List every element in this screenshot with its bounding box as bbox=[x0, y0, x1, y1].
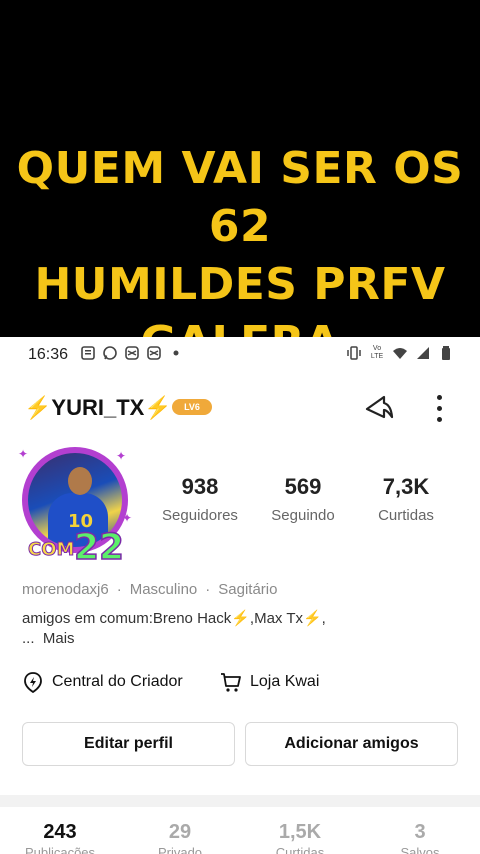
tab-likes[interactable]: 1,5K Curtidas bbox=[245, 819, 355, 854]
system-icons: Vo LTE bbox=[346, 345, 454, 361]
stat-value: 938 bbox=[181, 474, 219, 499]
tab-label: Publicações bbox=[24, 845, 96, 854]
stat-value: 7,3K bbox=[382, 474, 430, 499]
user-sign: Sagitário bbox=[218, 581, 278, 598]
tab-count: 243 bbox=[43, 821, 77, 843]
separator: · bbox=[116, 581, 122, 598]
tab-saved[interactable]: 3 Salvos bbox=[365, 819, 475, 854]
stat-value: 569 bbox=[284, 474, 322, 499]
stat-label: Curtidas bbox=[378, 507, 434, 524]
vibrate-icon bbox=[347, 346, 361, 360]
sparkle-icon: ✦ bbox=[18, 447, 29, 461]
gallery-icon bbox=[81, 346, 95, 360]
stat-label: Seguindo bbox=[271, 507, 335, 524]
tab-count: 1,5K bbox=[278, 821, 322, 843]
tab-posts[interactable]: 243 Publicações bbox=[5, 819, 115, 854]
tab-label: Salvos bbox=[400, 845, 440, 854]
more-link[interactable]: Mais bbox=[43, 630, 75, 647]
tab-count: 3 bbox=[414, 821, 426, 843]
edit-profile-button[interactable]: Editar perfil bbox=[22, 722, 235, 766]
more-options-icon[interactable] bbox=[428, 391, 450, 425]
level-text: LV6 bbox=[184, 402, 200, 412]
sparkle-icon: ✦ bbox=[122, 511, 133, 525]
signal-icon bbox=[417, 347, 429, 359]
creator-center-link[interactable]: Central do Criador bbox=[22, 671, 183, 693]
avatar-frame-label: COM 22 bbox=[22, 526, 136, 569]
tab-label: Curtidas bbox=[275, 845, 325, 854]
common-friends-text: amigos em comum:Breno Hack⚡,Max Tx⚡, bbox=[22, 610, 326, 627]
banner-line-2: HUMILDES PRFV bbox=[34, 259, 446, 310]
tab-private[interactable]: 29 Privado bbox=[125, 819, 235, 854]
add-friends-button[interactable]: Adicionar amigos bbox=[245, 722, 458, 766]
separator: · bbox=[205, 581, 211, 598]
user-gender: Masculino bbox=[129, 581, 198, 598]
profile-header: ⚡ YURI_TX ⚡ LV6 bbox=[0, 387, 480, 431]
stat-label: Seguidores bbox=[162, 507, 238, 524]
common-friends[interactable]: amigos em comum:Breno Hack⚡,Max Tx⚡, ...… bbox=[22, 609, 362, 649]
status-time: 16:36 bbox=[28, 346, 69, 363]
stat-followers[interactable]: 938 Seguidores bbox=[150, 473, 250, 524]
username-text: YURI_TX bbox=[51, 395, 145, 420]
creator-center-label: Central do Criador bbox=[52, 673, 183, 690]
frame-text-com: COM bbox=[27, 539, 75, 561]
video-banner: QUEM VAI SER OS 62 HUMILDES PRFV GALERA bbox=[0, 0, 480, 368]
stat-likes[interactable]: 7,3K Curtidas bbox=[356, 473, 456, 524]
cart-icon bbox=[221, 673, 241, 692]
banner-line-1: QUEM VAI SER OS 62 bbox=[16, 143, 464, 252]
profile-meta: morenodaxj6 · Masculino · Sagitário bbox=[22, 581, 277, 598]
wifi-icon bbox=[393, 348, 407, 359]
battery-icon bbox=[442, 346, 450, 360]
section-divider bbox=[0, 795, 480, 807]
whatsapp-icon bbox=[103, 346, 117, 360]
content-tabs: 243 Publicações 29 Privado 1,5K Curtidas… bbox=[0, 811, 480, 854]
ellipsis: ... bbox=[22, 630, 35, 647]
bolt-icon: ⚡ bbox=[144, 395, 172, 420]
sparkle-icon: ✦ bbox=[116, 449, 127, 463]
user-handle: morenodaxj6 bbox=[22, 581, 109, 598]
share-icon[interactable] bbox=[362, 391, 396, 425]
capcut-icon bbox=[125, 346, 139, 360]
stat-following[interactable]: 569 Seguindo bbox=[253, 473, 353, 524]
shop-link[interactable]: Loja Kwai bbox=[220, 671, 319, 693]
volte-icon: Vo LTE bbox=[370, 345, 384, 360]
profile-links: Central do Criador Loja Kwai bbox=[22, 671, 462, 701]
capcut-icon bbox=[147, 346, 161, 360]
tab-count: 29 bbox=[168, 821, 192, 843]
creator-center-icon bbox=[24, 672, 42, 693]
username: ⚡ YURI_TX ⚡ bbox=[24, 395, 172, 421]
level-badge[interactable]: LV6 bbox=[172, 399, 212, 415]
shop-label: Loja Kwai bbox=[250, 673, 320, 690]
status-bar: 16:36 Vo LTE bbox=[0, 337, 480, 373]
notification-icons bbox=[80, 345, 184, 361]
dot-icon bbox=[173, 350, 179, 356]
frame-text-number: 22 bbox=[73, 526, 125, 569]
bolt-icon: ⚡ bbox=[24, 395, 52, 420]
profile-stats: 938 Seguidores 569 Seguindo 7,3K Curtida… bbox=[150, 473, 460, 533]
tab-label: Privado bbox=[157, 845, 203, 854]
profile-screen: 16:36 Vo LTE ⚡ YURI_TX ⚡ LV6 10 ✦ ✦ ✦ CO… bbox=[0, 337, 480, 854]
avatar[interactable]: 10 ✦ ✦ ✦ COM 22 bbox=[14, 441, 136, 569]
